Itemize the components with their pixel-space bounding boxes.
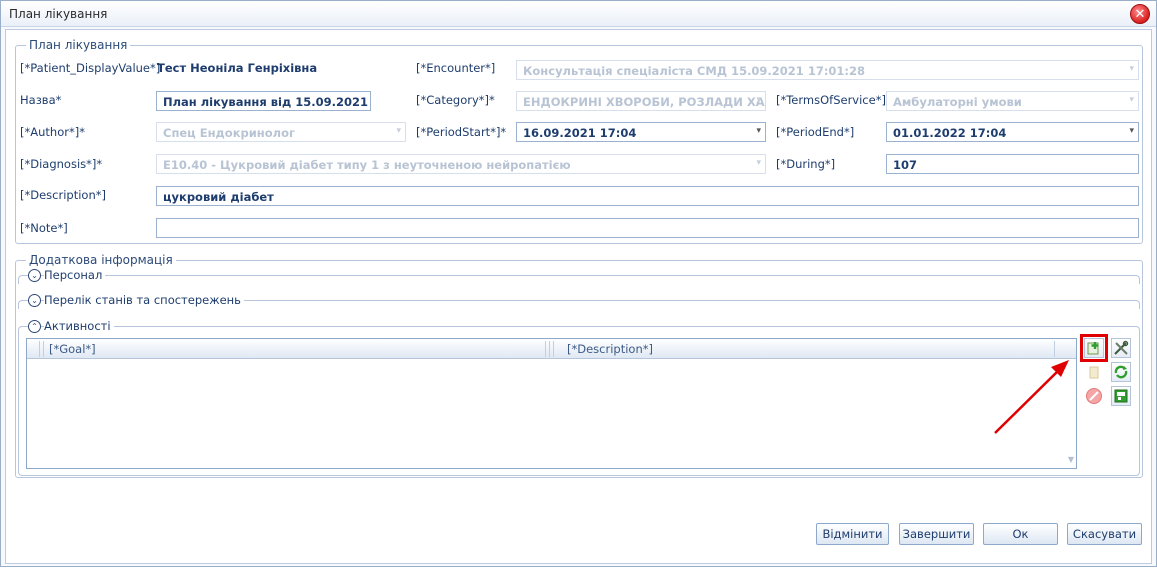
conditions-expand-button[interactable]: ⌄ [28, 294, 41, 307]
column-separator [549, 341, 550, 357]
encounter-select[interactable]: Консультація спеціаліста СМД 15.09.2021 … [516, 60, 1139, 80]
terms-label: [*TermsOfService*]* [776, 93, 892, 107]
during-field[interactable]: 107 [886, 154, 1139, 174]
cancel-button[interactable]: Скасувати [1067, 523, 1142, 545]
activities-grid[interactable]: [*Goal*] [*Description*] ▼ [26, 338, 1077, 469]
window-title: План лікування [9, 7, 108, 21]
conditions-label: Перелік станів та спостережень [44, 293, 244, 307]
period-end-picker[interactable]: 01.01.2022 17:04 ▾ [886, 122, 1139, 142]
chevron-down-icon: ▾ [1129, 126, 1134, 136]
terms-value: Амбулаторні умови [893, 95, 1022, 109]
name-field[interactable]: План лікування від 15.09.2021 [156, 91, 371, 111]
category-value: ЕНДОКРИНІ ХВОРОБИ, РОЗЛАДИ ХАР [523, 95, 766, 109]
highlight-box [1080, 334, 1108, 362]
diagnosis-value: E10.40 - Цукровий діабет типу 1 з неуточ… [163, 158, 571, 172]
terms-select[interactable]: Амбулаторні умови ▾ [886, 91, 1139, 111]
diagnosis-select[interactable]: E10.40 - Цукровий діабет типу 1 з неуточ… [156, 154, 766, 174]
category-select[interactable]: ЕНДОКРИНІ ХВОРОБИ, РОЗЛАДИ ХАР ▾ [516, 91, 766, 111]
goal-column-header[interactable]: [*Goal*] [49, 342, 96, 356]
during-value: 107 [893, 158, 918, 172]
patient-value: Тест Неоніла Генріхівна [157, 61, 318, 75]
period-end-label: [*PeriodEnd*] [776, 125, 855, 139]
name-label: Назва* [20, 93, 62, 107]
period-end-value: 01.01.2022 17:04 [893, 126, 1007, 140]
author-label: [*Author*]* [20, 125, 85, 139]
grid-header: [*Goal*] [*Description*] [27, 339, 1076, 359]
title-bar: План лікування ✕ [1, 1, 1156, 27]
column-separator [39, 341, 40, 357]
finish-button[interactable]: Завершити [899, 523, 974, 545]
column-separator [1054, 341, 1055, 357]
personnel-label: Персонал [44, 268, 106, 282]
encounter-label: [*Encounter*] [416, 61, 496, 75]
close-button[interactable]: ✕ [1130, 4, 1150, 24]
close-icon: ✕ [1134, 6, 1146, 22]
ok-button[interactable]: Ок [983, 523, 1058, 545]
export-button[interactable] [1111, 386, 1131, 406]
encounter-value: Консультація спеціаліста СМД 15.09.2021 … [523, 64, 866, 78]
undo-button[interactable]: Відмінити [816, 523, 889, 545]
edit-activity-button[interactable] [1111, 338, 1131, 358]
column-separator [553, 341, 554, 357]
cancel-icon [1086, 388, 1102, 404]
delete-activity-button[interactable] [1084, 386, 1104, 406]
period-start-picker[interactable]: 16.09.2021 17:04 ▾ [516, 122, 766, 142]
column-separator [43, 341, 44, 357]
scroll-down-icon[interactable]: ▼ [1068, 455, 1074, 464]
chevron-down-icon: ▾ [396, 126, 401, 136]
description-field[interactable]: цукровий діабет [156, 186, 1139, 206]
document-button[interactable] [1084, 362, 1104, 382]
patient-label: [*Patient_DisplayValue*] [20, 61, 161, 75]
column-separator [545, 341, 546, 357]
description-label: [*Description*] [20, 188, 106, 202]
personnel-expand-button[interactable]: ⌄ [28, 269, 41, 282]
chevron-down-icon: ▾ [756, 95, 761, 105]
tools-icon [1114, 340, 1129, 355]
chevron-down-icon: ⌄ [31, 270, 38, 280]
note-label: [*Note*] [20, 221, 68, 235]
chevron-down-icon: ▾ [756, 126, 761, 136]
additional-info-legend: Додаткова інформація [26, 253, 176, 267]
during-label: [*During*] [776, 157, 836, 171]
chevron-down-icon: ▾ [756, 158, 761, 168]
document-icon [1089, 366, 1099, 379]
activities-label: Активності [44, 319, 114, 333]
personnel-section [18, 275, 1140, 284]
chevron-down-icon: ▾ [1129, 64, 1134, 74]
chevron-up-icon: ⌃ [31, 321, 38, 331]
dialog-window: План лікування ✕ План лікування [*Patien… [0, 0, 1157, 567]
refresh-button[interactable] [1111, 362, 1131, 382]
author-select[interactable]: Спец Ендокринолог ▾ [156, 122, 406, 142]
name-value: План лікування від 15.09.2021 [163, 95, 369, 109]
description-value: цукровий діабет [163, 190, 274, 204]
refresh-icon [1114, 365, 1128, 379]
dialog-body: План лікування [*Patient_DisplayValue*] … [5, 29, 1152, 564]
period-start-label: [*PeriodStart*]* [416, 125, 507, 139]
chevron-down-icon: ⌄ [31, 295, 38, 305]
note-field[interactable] [156, 218, 1139, 238]
diagnosis-label: [*Diagnosis*]* [20, 157, 103, 171]
period-start-value: 16.09.2021 17:04 [523, 126, 637, 140]
activities-collapse-button[interactable]: ⌃ [28, 320, 41, 333]
treatment-plan-legend: План лікування [26, 38, 131, 52]
chevron-down-icon: ▾ [1129, 95, 1134, 105]
export-sheet-icon [1114, 389, 1128, 403]
category-label: [*Category*]* [416, 93, 495, 107]
author-value: Спец Ендокринолог [163, 126, 295, 140]
description-column-header[interactable]: [*Description*] [567, 342, 653, 356]
